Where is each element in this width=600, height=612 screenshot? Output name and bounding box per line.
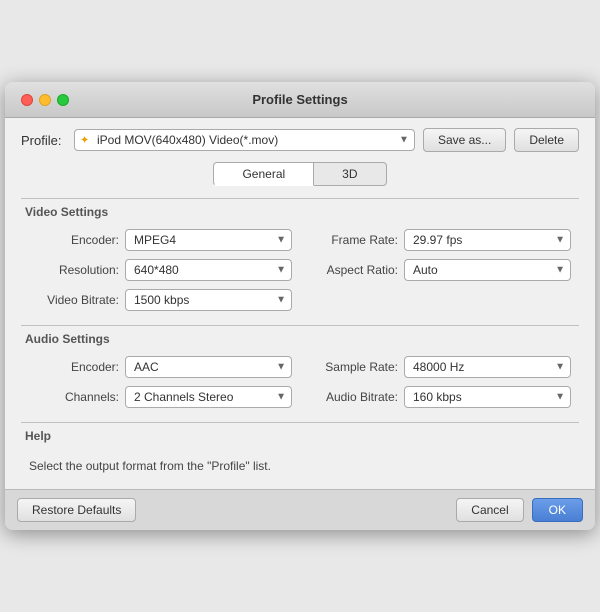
video-settings-section: Video Settings Encoder: MPEG4 ▼ Frame Ra… — [21, 198, 579, 311]
help-section-title: Help — [25, 429, 579, 443]
aspect-ratio-select[interactable]: Auto — [404, 259, 571, 281]
encoder-select[interactable]: MPEG4 — [125, 229, 292, 251]
profile-select-wrapper: ✦ iPod MOV(640x480) Video(*.mov) ▼ — [74, 129, 415, 151]
video-settings-grid: Encoder: MPEG4 ▼ Frame Rate: 29.97 fps — [21, 229, 579, 311]
video-bitrate-select-wrapper: 1500 kbps ▼ — [125, 289, 292, 311]
restore-defaults-button[interactable]: Restore Defaults — [17, 498, 136, 522]
close-button[interactable] — [21, 94, 33, 106]
resolution-select[interactable]: 640*480 — [125, 259, 292, 281]
audio-bitrate-select-wrapper: 160 kbps ▼ — [404, 386, 571, 408]
encoder-label: Encoder: — [29, 233, 119, 247]
resolution-row: Resolution: 640*480 ▼ — [29, 259, 292, 281]
video-bitrate-select[interactable]: 1500 kbps — [125, 289, 292, 311]
audio-encoder-row: Encoder: AAC ▼ — [29, 356, 292, 378]
window-controls — [21, 94, 69, 106]
sample-rate-row: Sample Rate: 48000 Hz ▼ — [308, 356, 571, 378]
audio-encoder-label: Encoder: — [29, 360, 119, 374]
bottom-bar: Restore Defaults Cancel OK — [5, 489, 595, 530]
dialog-content: Profile: ✦ iPod MOV(640x480) Video(*.mov… — [5, 118, 595, 489]
help-section: Help Select the output format from the "… — [21, 422, 579, 479]
aspect-ratio-row: Aspect Ratio: Auto ▼ — [308, 259, 571, 281]
channels-select[interactable]: 2 Channels Stereo — [125, 386, 292, 408]
audio-bitrate-select[interactable]: 160 kbps — [404, 386, 571, 408]
title-bar: Profile Settings — [5, 82, 595, 118]
maximize-button[interactable] — [57, 94, 69, 106]
video-section-title: Video Settings — [25, 205, 579, 219]
ok-button[interactable]: OK — [532, 498, 583, 522]
audio-bitrate-row: Audio Bitrate: 160 kbps ▼ — [308, 386, 571, 408]
encoder-select-wrapper: MPEG4 ▼ — [125, 229, 292, 251]
sample-rate-select-wrapper: 48000 Hz ▼ — [404, 356, 571, 378]
bottom-right-buttons: Cancel OK — [456, 498, 583, 522]
audio-divider — [21, 325, 579, 326]
audio-section-title: Audio Settings — [25, 332, 579, 346]
frame-rate-row: Frame Rate: 29.97 fps ▼ — [308, 229, 571, 251]
audio-encoder-select[interactable]: AAC — [125, 356, 292, 378]
aspect-ratio-select-wrapper: Auto ▼ — [404, 259, 571, 281]
profile-label: Profile: — [21, 133, 66, 148]
sample-rate-select[interactable]: 48000 Hz — [404, 356, 571, 378]
frame-rate-label: Frame Rate: — [308, 233, 398, 247]
channels-row: Channels: 2 Channels Stereo ▼ — [29, 386, 292, 408]
delete-button[interactable]: Delete — [514, 128, 579, 152]
audio-settings-section: Audio Settings Encoder: AAC ▼ Sample Rat… — [21, 325, 579, 408]
profile-select[interactable]: iPod MOV(640x480) Video(*.mov) — [74, 129, 415, 151]
encoder-row: Encoder: MPEG4 ▼ — [29, 229, 292, 251]
sample-rate-label: Sample Rate: — [308, 360, 398, 374]
channels-label: Channels: — [29, 390, 119, 404]
profile-row: Profile: ✦ iPod MOV(640x480) Video(*.mov… — [21, 128, 579, 152]
help-divider — [21, 422, 579, 423]
resolution-select-wrapper: 640*480 ▼ — [125, 259, 292, 281]
frame-rate-select[interactable]: 29.97 fps — [404, 229, 571, 251]
help-text: Select the output format from the "Profi… — [21, 453, 579, 479]
tab-general[interactable]: General — [213, 162, 314, 186]
dialog-title: Profile Settings — [252, 92, 347, 107]
audio-encoder-select-wrapper: AAC ▼ — [125, 356, 292, 378]
tab-3d[interactable]: 3D — [314, 162, 386, 186]
video-divider — [21, 198, 579, 199]
resolution-label: Resolution: — [29, 263, 119, 277]
tab-bar: General 3D — [21, 162, 579, 186]
audio-bitrate-label: Audio Bitrate: — [308, 390, 398, 404]
aspect-ratio-label: Aspect Ratio: — [308, 263, 398, 277]
video-bitrate-label: Video Bitrate: — [29, 293, 119, 307]
video-empty-cell — [308, 289, 571, 311]
cancel-button[interactable]: Cancel — [456, 498, 523, 522]
audio-settings-grid: Encoder: AAC ▼ Sample Rate: 48000 Hz — [21, 356, 579, 408]
frame-rate-select-wrapper: 29.97 fps ▼ — [404, 229, 571, 251]
channels-select-wrapper: 2 Channels Stereo ▼ — [125, 386, 292, 408]
minimize-button[interactable] — [39, 94, 51, 106]
dialog-window: Profile Settings Profile: ✦ iPod MOV(640… — [5, 82, 595, 530]
video-bitrate-row: Video Bitrate: 1500 kbps ▼ — [29, 289, 292, 311]
save-as-button[interactable]: Save as... — [423, 128, 506, 152]
